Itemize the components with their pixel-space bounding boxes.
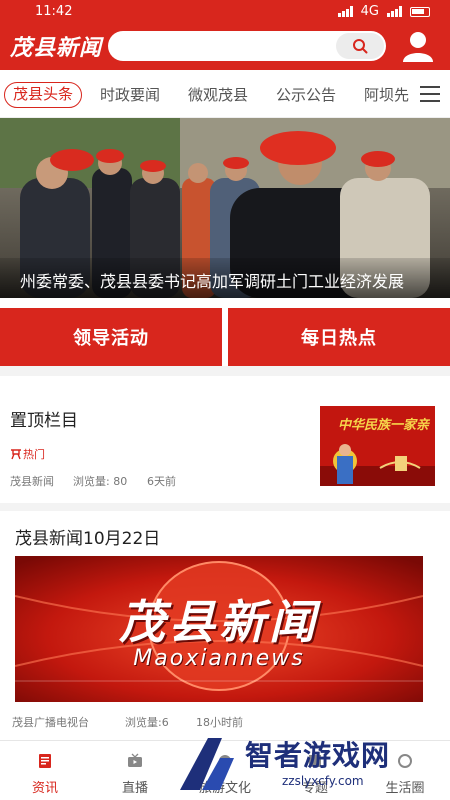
article-views-2: 浏览量:6 [125, 716, 169, 729]
nav-item-news[interactable]: 资讯 [0, 741, 90, 800]
leadership-activities-button[interactable]: 领导活动 [0, 308, 222, 366]
user-avatar-button[interactable] [400, 28, 436, 64]
article-banner: 茂县新闻 Maoxiannews [15, 556, 423, 702]
tab-political-news[interactable]: 时政要闻 [92, 82, 168, 108]
daily-hotspots-button[interactable]: 每日热点 [228, 308, 450, 366]
status-bar: 11:42 4G [0, 0, 450, 22]
signal-icon-2 [387, 6, 402, 17]
article-time: 6天前 [147, 475, 176, 488]
hot-badge: 热门 [10, 446, 45, 462]
nav-item-live[interactable]: 直播 [90, 741, 180, 800]
banner-subtitle: Maoxiannews [133, 646, 305, 671]
status-time: 11:42 [35, 4, 73, 19]
menu-icon[interactable] [420, 86, 440, 102]
search-icon [353, 39, 368, 54]
article-thumbnail: 中华民族一家亲 [320, 406, 435, 486]
article-time-2: 18小时前 [196, 716, 243, 729]
category-tabs: 茂县头条 时政要闻 微观茂县 公示公告 阿坝先 [0, 70, 450, 118]
article-title-2: 茂县新闻10月22日 [15, 529, 161, 549]
watermark-url: zzslyxcfy.com [282, 774, 364, 788]
tab-aba[interactable]: 阿坝先 [356, 82, 417, 108]
nav-label-live: 直播 [121, 781, 148, 796]
nav-label-news: 资讯 [31, 781, 58, 796]
article-source: 茂县新闻 [10, 475, 54, 488]
app-header: 11:42 4G 茂县新闻 [0, 0, 450, 70]
tv-icon [128, 753, 142, 767]
hot-badge-label: 热门 [23, 448, 45, 461]
tab-micro-maoxian[interactable]: 微观茂县 [180, 82, 256, 108]
banner-title: 茂县新闻 [119, 595, 319, 649]
hot-icon [11, 449, 21, 460]
app-logo: 茂县新闻 [10, 35, 103, 61]
article-views: 浏览量: 80 [73, 475, 128, 488]
network-type: 4G [360, 4, 379, 19]
watermark-logo-icon [180, 738, 234, 790]
news-icon [39, 754, 51, 768]
watermark-text: 智者游戏网 [245, 739, 391, 772]
section-divider [0, 366, 450, 376]
status-indicators: 4G [337, 4, 430, 19]
thumbnail-caption: 中华民族一家亲 [338, 418, 430, 433]
user-icon [403, 32, 433, 62]
tab-maoxian-headlines[interactable]: 茂县头条 [4, 82, 83, 108]
article-source-2: 茂县广播电视台 [12, 716, 89, 729]
article-separator [0, 503, 450, 511]
watermark: 智者游戏网 zzslyxcfy.com [170, 730, 450, 800]
article-title: 置顶栏目 [10, 411, 78, 431]
hero-caption-overlay: 州委常委、茂县县委书记高加军调研土门工业经济发展 [0, 258, 450, 298]
hero-caption: 州委常委、茂县县委书记高加军调研土门工业经济发展 [20, 272, 405, 291]
search-button[interactable] [336, 33, 384, 59]
battery-icon [410, 6, 430, 17]
hero-banner[interactable]: 州委常委、茂县县委书记高加军调研土门工业经济发展 [0, 118, 450, 298]
signal-icon [337, 6, 353, 17]
tab-announcements[interactable]: 公示公告 [268, 82, 344, 108]
